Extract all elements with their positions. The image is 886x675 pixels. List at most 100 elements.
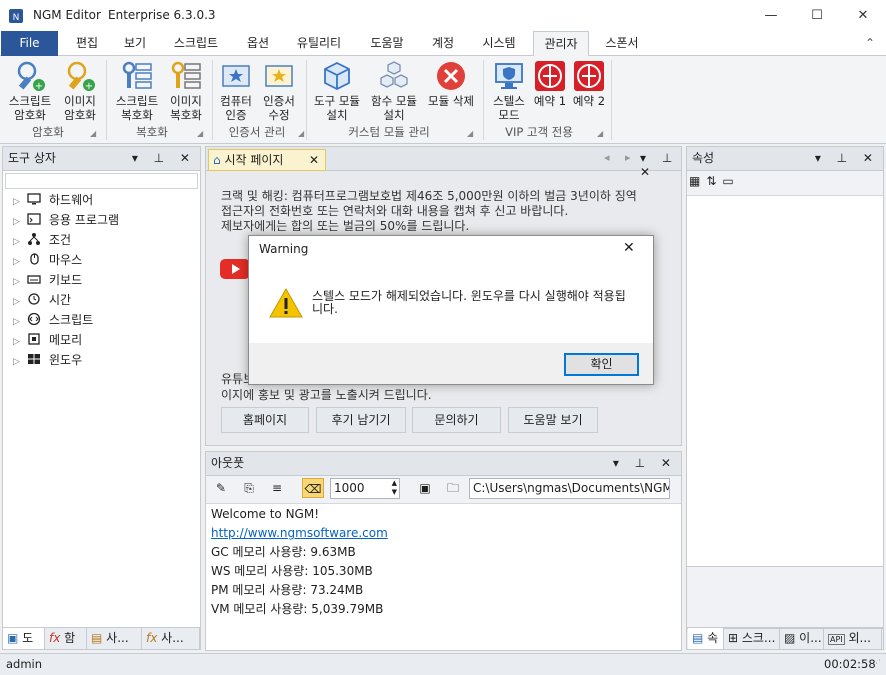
toolbox-search-input[interactable] bbox=[5, 173, 198, 189]
clean-icon[interactable]: ✎ bbox=[210, 478, 232, 498]
group-label: 암호화 bbox=[32, 125, 64, 139]
resize-grip-icon[interactable]: ⋰ bbox=[872, 654, 881, 675]
tree-item-hardware[interactable]: ▷ 하드웨어 bbox=[13, 190, 93, 210]
delete-module-button[interactable]: 모듈 삭제 bbox=[423, 60, 479, 108]
sort-az-icon[interactable]: ⇅ bbox=[706, 174, 722, 188]
decrypt-script-button[interactable]: 스크립트 복호화 bbox=[110, 60, 164, 122]
keyboard-icon bbox=[27, 275, 41, 284]
ribbon-tabs: File 편집 보기 스크립트 옵션 유틸리티 도움말 계정 시스템 관리자 스… bbox=[0, 31, 886, 57]
button-label: 스텔스 bbox=[493, 94, 525, 108]
view-help-button[interactable]: 도움말 보기 bbox=[508, 407, 598, 433]
dialog-title: Warning bbox=[259, 242, 309, 256]
dialog-launcher-icon[interactable]: ◢ bbox=[597, 129, 603, 138]
tab-script[interactable]: 스크립트 bbox=[163, 31, 229, 56]
output-path-field[interactable]: C:\Users\ngmas\Documents\NGM6\ bbox=[469, 478, 670, 499]
tab-user-functions[interactable]: fx 사... bbox=[142, 628, 200, 649]
tree-item-condition[interactable]: ▷ 조건 bbox=[13, 230, 71, 250]
tab-functions[interactable]: fx 함 bbox=[45, 628, 87, 649]
categorized-icon[interactable]: ▦ bbox=[689, 174, 706, 188]
dialog-launcher-icon[interactable]: ◢ bbox=[467, 129, 473, 138]
encrypt-image-button[interactable]: + 이미지 암호화 bbox=[58, 60, 102, 122]
console-icon bbox=[27, 213, 41, 225]
properties-toolbar[interactable]: ▦⇅▭ bbox=[689, 174, 740, 188]
tree-item-mouse[interactable]: ▷ 마우스 bbox=[13, 250, 82, 270]
minimize-button[interactable]: — bbox=[748, 0, 794, 31]
dialog-message: 스텔스 모드가 해제되었습니다. 윈도우를 다시 실행해야 적용됩 니다. bbox=[312, 290, 642, 316]
tab-account[interactable]: 계정 bbox=[421, 31, 465, 56]
tree-item-script[interactable]: ▷ 스크립트 bbox=[13, 310, 93, 330]
notice-line: 접근자의 전화번호 또는 연락처와 대화 내용을 캡쳐 후 신고 바랍니다. bbox=[221, 204, 569, 218]
decrypt-image-button[interactable]: 이미지 복호화 bbox=[165, 60, 207, 122]
property-grid[interactable] bbox=[687, 195, 883, 567]
list-icon[interactable]: ≡ bbox=[266, 478, 288, 498]
tab-toolbox[interactable]: ▣ 도 bbox=[3, 628, 45, 649]
tab-controls[interactable]: ▾ ⊥ ✕ bbox=[640, 151, 681, 179]
key-icon: + bbox=[64, 60, 96, 92]
output-header: 아웃풋 ▾ ⊥ ✕ bbox=[206, 452, 681, 476]
folder-icon[interactable]: 🗀 bbox=[442, 478, 464, 498]
button-label: 예약 1 bbox=[533, 94, 567, 108]
toolbox-icon: ▣ bbox=[7, 631, 19, 645]
tab-utility[interactable]: 유틸리티 bbox=[286, 31, 352, 56]
tab-script-tree[interactable]: ⊞ 스크... bbox=[724, 628, 780, 649]
tab-edit[interactable]: 편집 bbox=[66, 31, 108, 56]
encrypt-script-button[interactable]: + 스크립트 암호화 bbox=[3, 60, 57, 122]
shield-monitor-icon bbox=[493, 60, 525, 92]
panel-controls[interactable]: ▾ ⊥ ✕ bbox=[132, 147, 196, 170]
maximize-button[interactable]: ☐ bbox=[794, 0, 840, 31]
reserve-2-button[interactable]: 예약 2 bbox=[569, 60, 609, 108]
close-tab-icon[interactable]: ✕ bbox=[309, 150, 319, 170]
tree-item-time[interactable]: ▷ 시간 bbox=[13, 290, 71, 310]
tab-properties[interactable]: ▤ 속 bbox=[688, 628, 724, 649]
line-count-stepper[interactable]: 1000 ▲ ▼ bbox=[330, 478, 400, 499]
tree-item-window[interactable]: ▷ 윈도우 bbox=[13, 350, 82, 370]
tab-admin[interactable]: 관리자 bbox=[533, 31, 589, 57]
tab-scroll-arrows[interactable]: ◂ ▸ bbox=[604, 151, 637, 164]
close-button[interactable]: ✕ bbox=[840, 0, 886, 31]
edit-certificate-button[interactable]: 인증서 수정 bbox=[258, 60, 300, 122]
dialog-close-button[interactable]: ✕ bbox=[623, 240, 635, 256]
tab-options[interactable]: 옵션 bbox=[236, 31, 280, 56]
branch-icon bbox=[28, 233, 40, 245]
computer-auth-button[interactable]: 컴퓨터 인증 bbox=[215, 60, 257, 122]
ok-button[interactable]: 확인 bbox=[564, 353, 639, 376]
dialog-launcher-icon[interactable]: ◢ bbox=[90, 129, 96, 138]
tab-images[interactable]: ▨ 이... bbox=[780, 628, 824, 649]
collapse-ribbon-button[interactable]: ⌃ bbox=[860, 31, 880, 56]
install-function-module-button[interactable]: 함수 모듈 설치 bbox=[366, 60, 422, 122]
function-icon: fx bbox=[146, 631, 158, 645]
youtube-icon[interactable] bbox=[220, 256, 250, 282]
tree-item-applications[interactable]: ▷ 응용 프로그램 bbox=[13, 210, 119, 230]
stepper-arrows-icon[interactable]: ▲ ▼ bbox=[392, 479, 397, 497]
tree-item-keyboard[interactable]: ▷ 키보드 bbox=[13, 270, 82, 290]
contact-button[interactable]: 문의하기 bbox=[412, 407, 501, 433]
svg-text:N: N bbox=[13, 13, 20, 23]
document-search-icon[interactable]: ⎘ bbox=[238, 478, 260, 498]
tab-external-api[interactable]: API 외... bbox=[824, 628, 882, 649]
panel-controls[interactable]: ▾ ⊥ ✕ bbox=[613, 452, 677, 475]
install-tool-module-button[interactable]: 도구 모듈 설치 bbox=[309, 60, 365, 122]
reserve-1-button[interactable]: 예약 1 bbox=[531, 60, 569, 108]
stealth-mode-button[interactable]: 스텔스 모드 bbox=[487, 60, 531, 122]
save-icon[interactable]: ▣ bbox=[414, 478, 436, 498]
tab-file[interactable]: File bbox=[1, 31, 58, 56]
homepage-button[interactable]: 홈페이지 bbox=[221, 407, 309, 433]
dialog-launcher-icon[interactable]: ◢ bbox=[197, 129, 203, 138]
dialog-launcher-icon[interactable]: ◢ bbox=[298, 129, 304, 138]
tab-help[interactable]: 도움말 bbox=[360, 31, 414, 56]
tab-system[interactable]: 시스템 bbox=[472, 31, 526, 56]
app-edition: Enterprise 6.3.0.3 bbox=[108, 8, 216, 22]
tab-start-page[interactable]: ⌂ 시작 페이지 ✕ bbox=[208, 149, 326, 171]
website-link[interactable]: http://www.ngmsoftware.com bbox=[211, 524, 388, 543]
svg-text:+: + bbox=[85, 81, 93, 92]
tree-label: 응용 프로그램 bbox=[49, 213, 120, 227]
panel-controls[interactable]: ▾ ⊥ ✕ bbox=[815, 147, 879, 170]
tree-item-memory[interactable]: ▷ 메모리 bbox=[13, 330, 82, 350]
write-review-button[interactable]: 후기 남기기 bbox=[316, 407, 406, 433]
tab-view[interactable]: 보기 bbox=[114, 31, 156, 56]
output-line: Welcome to NGM! bbox=[211, 507, 320, 521]
tab-sponsor[interactable]: 스폰서 bbox=[595, 31, 649, 56]
tab-user-tools[interactable]: ▤ 사... bbox=[87, 628, 142, 649]
eraser-icon[interactable]: ⌫ bbox=[302, 478, 324, 498]
property-pages-icon[interactable]: ▭ bbox=[722, 174, 739, 188]
